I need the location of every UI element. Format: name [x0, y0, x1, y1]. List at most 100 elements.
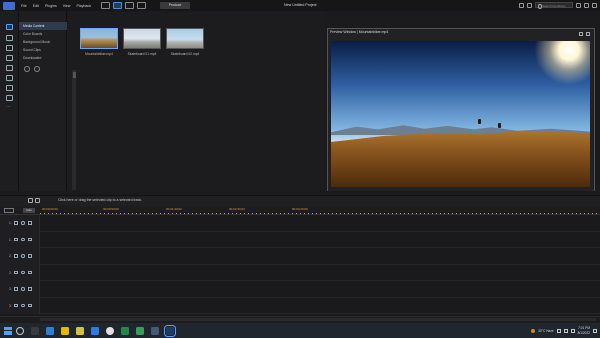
app-icon[interactable] — [151, 326, 159, 335]
store-icon[interactable] — [91, 326, 99, 335]
track-row[interactable]: 1. — [0, 215, 600, 232]
track-number: 3. — [9, 303, 12, 308]
storyboard-icon[interactable] — [125, 2, 135, 9]
menu-playback[interactable]: Playback — [77, 4, 92, 8]
timeline-hint: Click here or drag the selected clip to … — [58, 198, 143, 202]
notifications-icon[interactable] — [593, 328, 597, 333]
media-item[interactable]: Skateboard 01.mp4 — [123, 28, 161, 56]
sticky-notes-icon[interactable] — [76, 326, 84, 335]
category-list: Media Content Color Boards Background Mu… — [19, 22, 67, 84]
menu-edit[interactable]: Edit — [33, 4, 39, 8]
menu-view[interactable]: View — [63, 4, 71, 8]
produce-button[interactable]: Produce — [160, 2, 191, 9]
excel-icon[interactable] — [121, 326, 129, 335]
title-room-icon[interactable] — [6, 45, 13, 51]
system-tray: 30°C Haze 7:01 PM 8/1/2022 — [531, 323, 597, 338]
close-icon[interactable] — [586, 32, 590, 36]
media-item[interactable]: Skateboard 02.mp4 — [166, 28, 204, 56]
taskbar-search-icon[interactable] — [16, 326, 24, 335]
minimize-icon[interactable] — [576, 2, 581, 8]
edge-icon[interactable] — [46, 326, 54, 335]
track-row[interactable]: 2. — [0, 264, 600, 281]
media-name: Skateboard 02.mp4 — [170, 52, 200, 56]
lock-icon[interactable] — [28, 303, 32, 307]
ruler-tick-label: 00;01;40;02 — [166, 207, 182, 211]
file-explorer-icon[interactable] — [61, 326, 69, 335]
visibility-icon[interactable] — [21, 287, 25, 291]
visibility-icon[interactable] — [21, 303, 25, 307]
app-icon[interactable] — [136, 326, 144, 335]
search-icon[interactable] — [24, 66, 30, 72]
library-scrollbar[interactable] — [72, 70, 76, 190]
chrome-icon[interactable] — [106, 326, 114, 335]
track-number: 1. — [9, 237, 12, 242]
title-bar: File Edit Plugins View Playback Produce … — [0, 0, 600, 11]
track-row[interactable]: 1. — [0, 231, 600, 248]
category-media-content[interactable]: Media Content — [19, 22, 67, 30]
scrollbar-thumb[interactable] — [72, 72, 76, 78]
network-icon[interactable] — [563, 328, 568, 333]
start-button-icon[interactable] — [4, 326, 12, 335]
track-header: 2. — [0, 248, 40, 265]
sun-glare — [534, 41, 590, 85]
close-icon[interactable] — [592, 2, 597, 8]
timeline-scrollbar[interactable] — [40, 318, 596, 321]
settings-icon[interactable] — [527, 2, 532, 8]
pip-room-icon[interactable] — [6, 75, 13, 81]
restore-icon[interactable] — [579, 32, 583, 36]
weather-icon — [531, 328, 536, 333]
lock-icon[interactable] — [28, 270, 32, 274]
edit-tools-icon[interactable] — [35, 198, 40, 203]
more-icon[interactable]: ⋯ — [6, 105, 13, 111]
visibility-icon[interactable] — [21, 237, 25, 241]
cyclist — [478, 119, 481, 124]
preview-window-buttons — [579, 32, 590, 36]
maximize-icon[interactable] — [584, 2, 589, 8]
menu-plugins[interactable]: Plugins — [45, 4, 57, 8]
clock[interactable]: 7:01 PM 8/1/2022 — [578, 326, 590, 334]
visibility-icon[interactable] — [21, 270, 25, 274]
lock-icon[interactable] — [28, 221, 32, 225]
audio-mixing-icon[interactable] — [6, 95, 13, 101]
category-background-music[interactable]: Background Music — [19, 38, 67, 46]
timeline-view-icon[interactable] — [4, 208, 14, 213]
capture-icon[interactable] — [137, 2, 147, 9]
visibility-icon[interactable] — [21, 254, 25, 258]
track-row[interactable]: 2. — [0, 248, 600, 265]
lock-icon[interactable] — [28, 287, 32, 291]
zoom-auto[interactable]: Auto — [23, 208, 35, 213]
lock-icon[interactable] — [28, 254, 32, 258]
lock-icon[interactable] — [28, 237, 32, 241]
track-row[interactable]: 3. — [0, 281, 600, 298]
media-room-icon[interactable] — [6, 24, 13, 30]
template-room-icon[interactable] — [6, 35, 13, 41]
import-media-icon[interactable] — [101, 2, 111, 9]
timeline-tracks: 1. 1. 2. 2. 3. 3. — [0, 215, 600, 320]
add-tag-icon[interactable] — [34, 66, 40, 72]
track-row[interactable]: 3. — [0, 297, 600, 314]
category-sound-clips[interactable]: Sound Clips — [19, 46, 67, 54]
powerdirector-icon[interactable] — [164, 324, 176, 337]
edit-mode-icon[interactable] — [113, 2, 123, 9]
weather-text[interactable]: 30°C Haze — [538, 329, 553, 333]
app-logo-icon — [3, 1, 15, 10]
effect-room-icon[interactable] — [6, 65, 13, 71]
clock-time: 7:01 PM — [578, 326, 590, 331]
volume-icon[interactable] — [570, 328, 575, 333]
track-number: 1. — [9, 221, 12, 225]
menu-file[interactable]: File — [21, 4, 27, 8]
category-downloaded[interactable]: Downloaded — [19, 54, 67, 62]
notification-icon[interactable] — [519, 2, 524, 8]
category-color-boards[interactable]: Color Boards — [19, 30, 67, 38]
visibility-icon[interactable] — [21, 221, 25, 225]
ruler-ticks — [40, 213, 600, 214]
track-header: 1. — [0, 231, 40, 248]
task-view-icon[interactable] — [31, 326, 39, 335]
track-header: 2. — [0, 264, 40, 281]
chevron-up-icon[interactable] — [556, 328, 561, 333]
media-item[interactable]: Mountainbiker.mp4 — [80, 28, 118, 56]
track-manager-icon[interactable] — [28, 198, 33, 203]
transition-room-icon[interactable] — [6, 55, 13, 61]
library-search-input[interactable]: Search the library — [535, 2, 573, 9]
particle-room-icon[interactable] — [6, 85, 13, 91]
